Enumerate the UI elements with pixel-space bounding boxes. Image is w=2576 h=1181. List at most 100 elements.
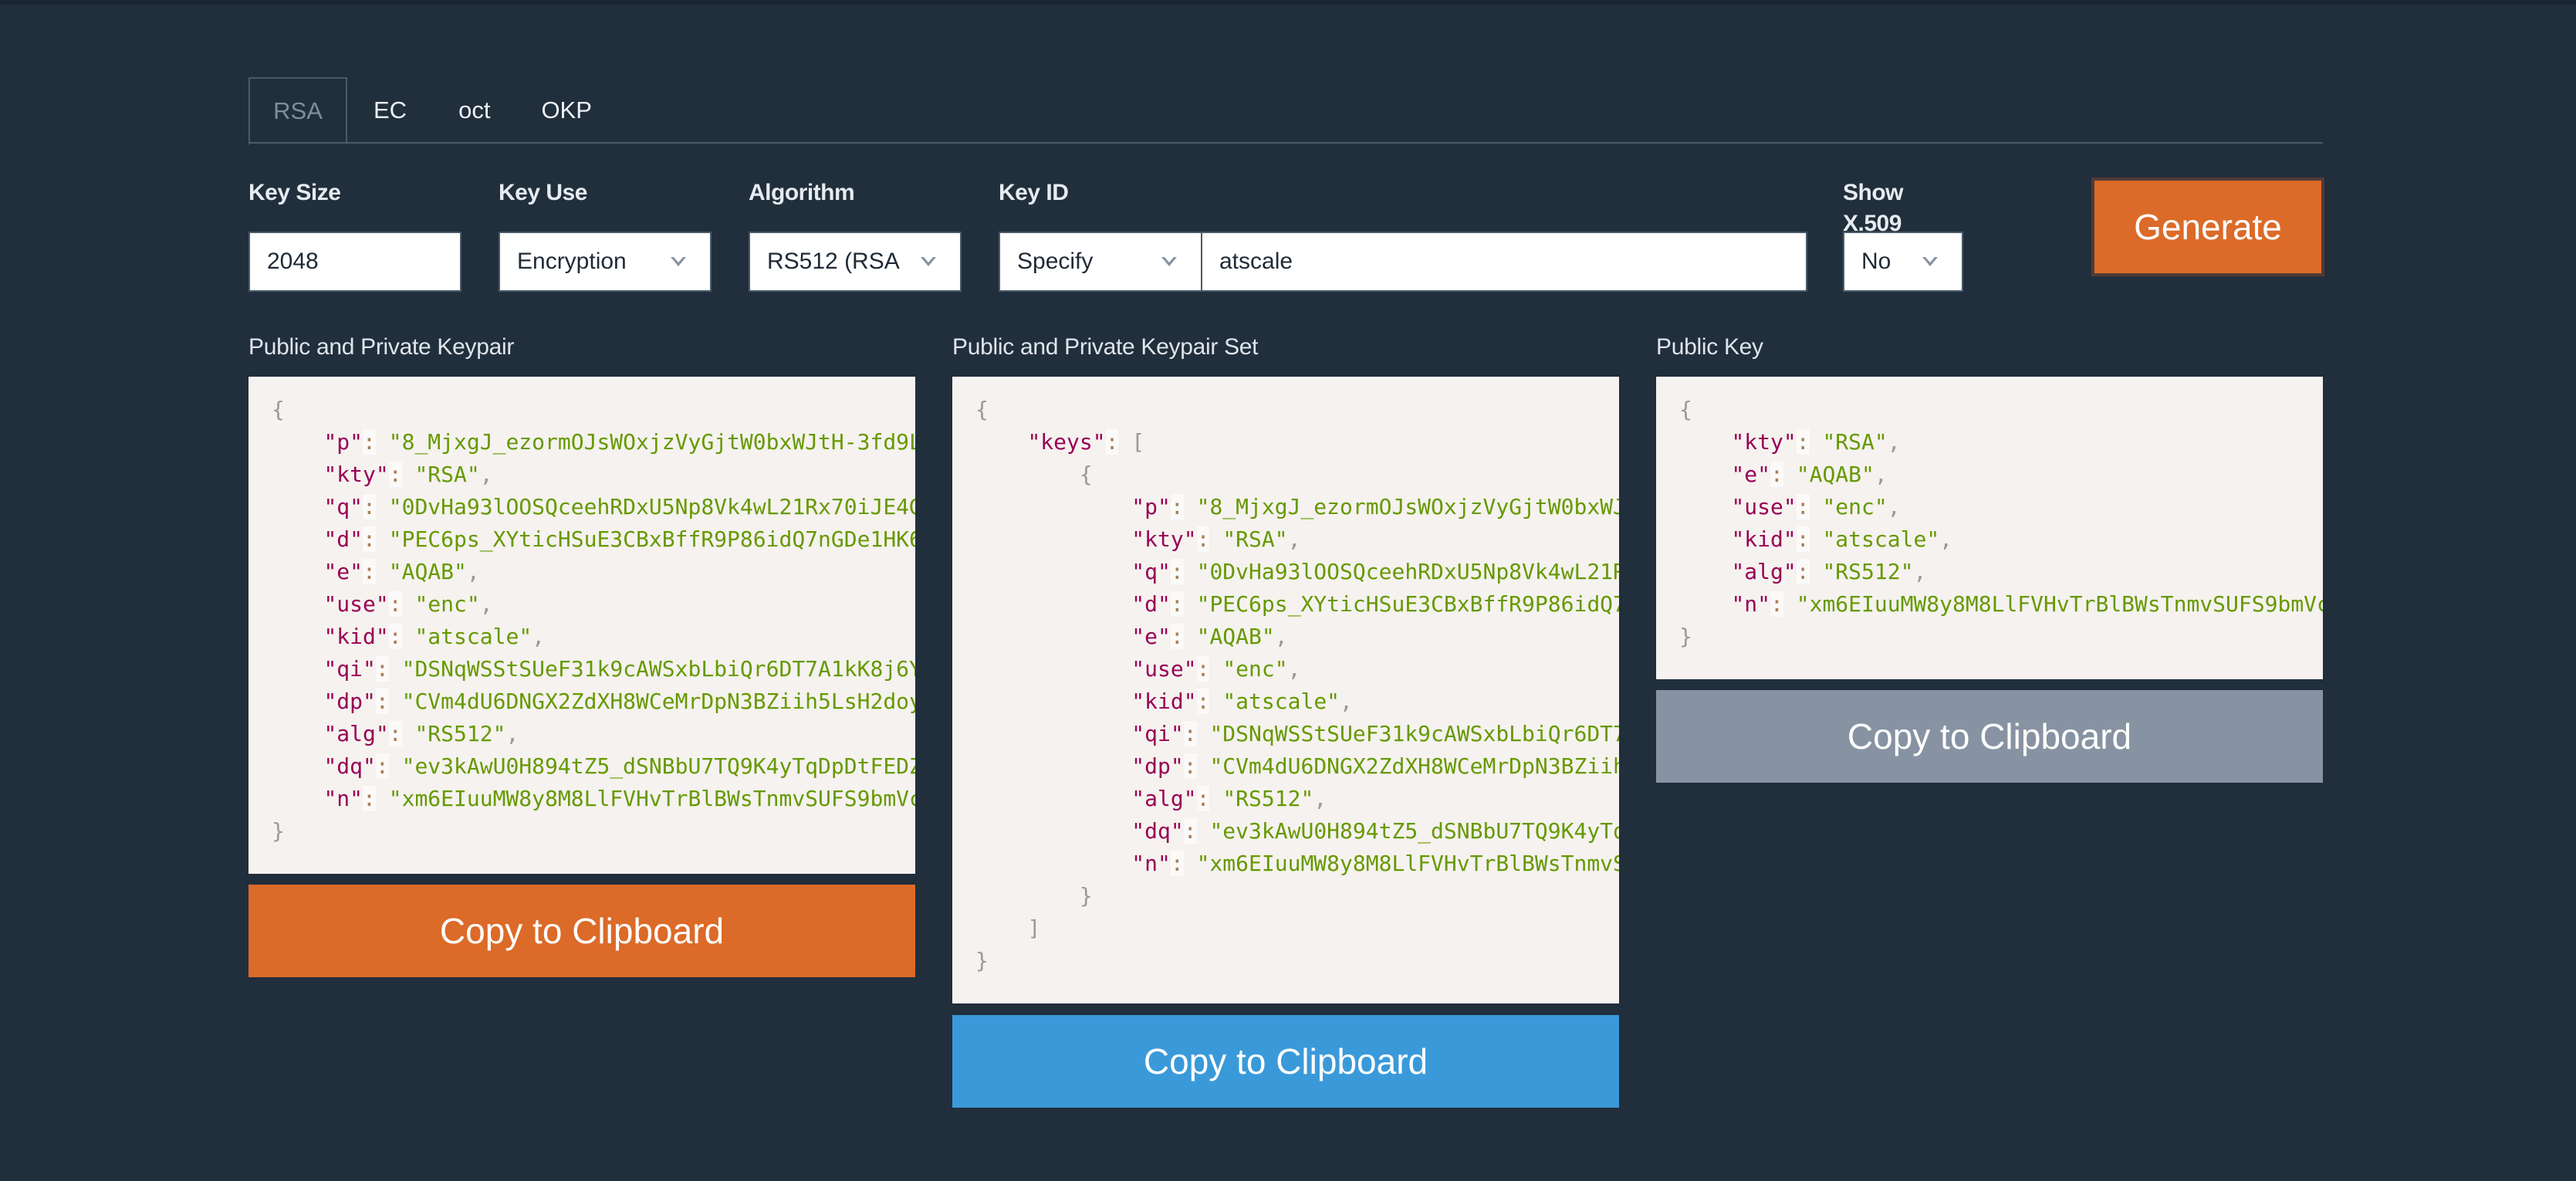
json-key: "use" bbox=[323, 591, 389, 617]
options-form: Key Size 2048 Key Use Encryption Algorit… bbox=[248, 178, 2324, 301]
json-comma: , bbox=[1274, 624, 1288, 649]
json-value: "atscale" bbox=[414, 624, 532, 649]
json-key: "d" bbox=[323, 526, 363, 552]
code-line: { bbox=[1679, 394, 2323, 426]
json-comma: , bbox=[1340, 689, 1353, 714]
json-colon: : bbox=[388, 721, 402, 746]
json-colon: : bbox=[1170, 494, 1184, 519]
json-key: "alg" bbox=[1131, 786, 1197, 811]
json-colon: : bbox=[1170, 559, 1184, 584]
json-comma: , bbox=[1313, 786, 1327, 811]
json-brace: } bbox=[1079, 883, 1093, 909]
code-line: "dp": "CVm4dU6DNGX2ZdXH8WCeMrDpN3BZiih5L… bbox=[272, 685, 915, 718]
json-value: "AQAB" bbox=[388, 559, 467, 584]
json-brace: } bbox=[272, 818, 285, 844]
copy-keypair-button[interactable]: Copy to Clipboard bbox=[248, 885, 915, 977]
json-colon: : bbox=[1196, 786, 1210, 811]
generate-button[interactable]: Generate bbox=[2091, 178, 2324, 276]
code-line: } bbox=[272, 815, 915, 848]
public-key-json[interactable]: { "kty": "RSA", "e": "AQAB", "use": "enc… bbox=[1656, 377, 2323, 679]
key-id-field: Key ID Specify atscale bbox=[999, 178, 1807, 292]
code-line: "d": "PEC6ps_XYticHSuE3CBxBffR9P86idQ7nG… bbox=[975, 588, 1619, 621]
keypair-label: Public and Private Keypair bbox=[248, 334, 515, 360]
json-value: "AQAB" bbox=[1196, 624, 1275, 649]
json-brace: { bbox=[975, 397, 989, 422]
json-key: "kid" bbox=[1731, 526, 1797, 552]
json-brace: { bbox=[1079, 462, 1093, 487]
json-value: "ev3kAwU0H894tZ5_dSNBbU7TQ9K4yTqDpDtFEDZ… bbox=[401, 753, 915, 779]
code-line: "dq": "ev3kAwU0H894tZ5_dSNBbU7TQ9K4yTqDp… bbox=[975, 815, 1619, 848]
json-key: "alg" bbox=[323, 721, 389, 746]
json-key: "kty" bbox=[1131, 526, 1197, 552]
code-line: "e": "AQAB", bbox=[272, 556, 915, 588]
json-colon: : bbox=[1196, 526, 1210, 552]
json-colon: : bbox=[1183, 753, 1197, 779]
key-use-field: Key Use Encryption bbox=[499, 178, 712, 292]
code-line: "kid": "atscale", bbox=[975, 685, 1619, 718]
code-line: } bbox=[1679, 621, 2323, 653]
json-key: "n" bbox=[1731, 591, 1771, 617]
public-key-panel: Public Key { "kty": "RSA", "e": "AQAB", … bbox=[1656, 332, 2323, 783]
tab-oct[interactable]: oct bbox=[433, 77, 516, 144]
code-line: "e": "AQAB", bbox=[975, 621, 1619, 653]
chevron-down-icon bbox=[1161, 257, 1177, 266]
show-x509-label: Show X.509 bbox=[1843, 180, 1904, 236]
algorithm-field: Algorithm RS512 (RSA bbox=[749, 178, 962, 292]
keypair-set-json[interactable]: { "keys": [ { "p": "8_MjxgJ_ezormOJsWOxj… bbox=[952, 377, 1619, 1003]
code-line: "use": "enc", bbox=[975, 653, 1619, 685]
json-value: "xm6EIuuMW8y8M8LlFVHvTrBlBWsTnmvSUFS9bmV… bbox=[1196, 851, 1619, 876]
code-line: "qi": "DSNqWSStSUeF31k9cAWSxbLbiQr6DT7A1… bbox=[272, 653, 915, 685]
json-colon: : bbox=[363, 429, 376, 455]
copy-keypair-set-button[interactable]: Copy to Clipboard bbox=[952, 1015, 1619, 1108]
json-colon: : bbox=[388, 462, 402, 487]
json-colon: : bbox=[363, 526, 376, 552]
code-line: "q": "0DvHa93lOOSQceehRDxU5Np8Vk4wL21Rx7… bbox=[975, 556, 1619, 588]
key-id-input[interactable]: atscale bbox=[1201, 232, 1807, 292]
show-x509-select[interactable]: No bbox=[1843, 232, 1963, 292]
keypair-json[interactable]: { "p": "8_MjxgJ_ezormOJsWOxjzVyGjtW0bxWJ… bbox=[248, 377, 915, 874]
json-colon: : bbox=[363, 786, 376, 811]
json-bracket: [ bbox=[1131, 429, 1145, 455]
json-colon: : bbox=[1770, 462, 1783, 487]
json-comma: , bbox=[1939, 526, 1953, 552]
tab-rsa[interactable]: RSA bbox=[248, 77, 347, 145]
json-key: "kty" bbox=[323, 462, 389, 487]
json-key: "p" bbox=[1131, 494, 1171, 519]
code-line: "qi": "DSNqWSStSUeF31k9cAWSxbLbiQr6DT7A1… bbox=[975, 718, 1619, 750]
json-comma: , bbox=[1913, 559, 1927, 584]
json-colon: : bbox=[388, 624, 402, 649]
json-value: "PEC6ps_XYticHSuE3CBxBffR9P86idQ7nGDe1HK… bbox=[388, 526, 915, 552]
algorithm-select[interactable]: RS512 (RSA bbox=[749, 232, 962, 292]
code-line: "use": "enc", bbox=[1679, 491, 2323, 523]
key-use-value: Encryption bbox=[517, 249, 627, 274]
json-value: "8_MjxgJ_ezormOJsWOxjzVyGjtW0bxWJtH-3fd9… bbox=[388, 429, 915, 455]
code-line: { bbox=[272, 394, 915, 426]
json-value: "DSNqWSStSUeF31k9cAWSxbLbiQr6DT7A1kK8j6Y… bbox=[1209, 721, 1619, 746]
json-comma: , bbox=[1287, 526, 1301, 552]
code-line: { bbox=[975, 459, 1619, 491]
json-colon: : bbox=[375, 753, 389, 779]
json-value: "0DvHa93lOOSQceehRDxU5Np8Vk4wL21Rx70iJE4… bbox=[388, 494, 915, 519]
key-size-input[interactable]: 2048 bbox=[248, 232, 461, 292]
code-line: "kty": "RSA", bbox=[975, 523, 1619, 556]
tab-okp[interactable]: OKP bbox=[516, 77, 617, 144]
json-value: "RSA" bbox=[1822, 429, 1888, 455]
key-id-value: atscale bbox=[1219, 249, 1293, 274]
copy-public-key-button[interactable]: Copy to Clipboard bbox=[1656, 690, 2323, 783]
code-line: } bbox=[975, 945, 1619, 977]
code-line: "q": "0DvHa93lOOSQceehRDxU5Np8Vk4wL21Rx7… bbox=[272, 491, 915, 523]
json-value: "RS512" bbox=[1222, 786, 1314, 811]
key-id-mode-select[interactable]: Specify bbox=[999, 232, 1202, 292]
json-colon: : bbox=[1770, 591, 1783, 617]
json-colon: : bbox=[388, 591, 402, 617]
tab-ec[interactable]: EC bbox=[347, 77, 433, 144]
json-comma: , bbox=[479, 591, 493, 617]
json-comma: , bbox=[532, 624, 546, 649]
json-value: "enc" bbox=[1222, 656, 1288, 682]
jwk-generator: RSA EC oct OKP Key Size 2048 Key Use Enc… bbox=[248, 77, 2324, 1108]
key-use-select[interactable]: Encryption bbox=[499, 232, 712, 292]
key-size-field: Key Size 2048 bbox=[248, 178, 461, 292]
keypair-panel: Public and Private Keypair { "p": "8_Mjx… bbox=[248, 332, 915, 977]
code-line: "dq": "ev3kAwU0H894tZ5_dSNBbU7TQ9K4yTqDp… bbox=[272, 750, 915, 783]
json-colon: : bbox=[1796, 494, 1810, 519]
